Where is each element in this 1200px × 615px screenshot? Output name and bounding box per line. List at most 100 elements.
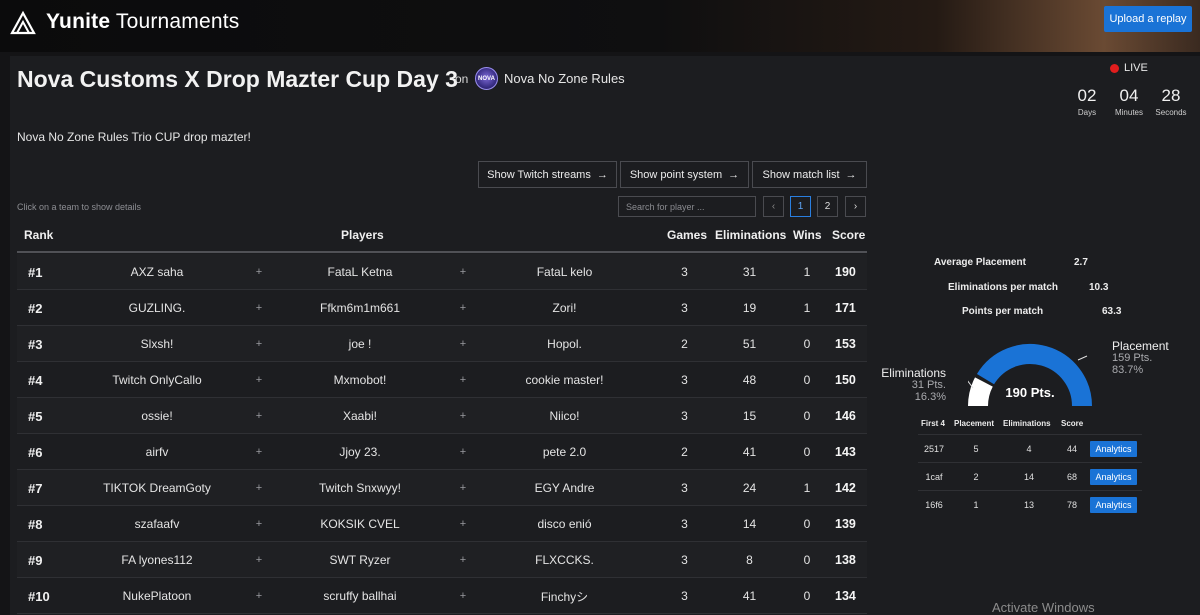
games-cell: 3: [681, 481, 688, 495]
upload-replay-button[interactable]: Upload a replay: [1104, 6, 1192, 32]
match-eliminations: 13: [1023, 499, 1034, 510]
score-cell: 146: [835, 409, 856, 423]
organizer-name[interactable]: Nova No Zone Rules: [504, 71, 625, 86]
table-hint: Click on a team to show details: [17, 202, 142, 212]
player-name: FataL kelo: [536, 265, 593, 279]
countdown: 02 Days 04 Minutes 28 Seconds: [1066, 86, 1192, 117]
live-dot-icon: [1110, 63, 1119, 73]
player-name: Twitch OnlyCallo: [112, 373, 202, 387]
eliminations-cell: 15: [742, 409, 757, 423]
live-label: LIVE: [1124, 62, 1148, 74]
player-name: Zori!: [552, 301, 577, 315]
gauge-placement-label: Placement 159 Pts. 83.7%: [1112, 340, 1169, 376]
table-row[interactable]: #4 Twitch OnlyCallo + Mxmobot! + cookie maste…: [17, 362, 867, 398]
player-name: airfv: [145, 445, 169, 459]
show-match-list-button[interactable]: Show match list →: [752, 161, 867, 188]
eliminations-cell: 8: [746, 553, 753, 567]
page-title: Nova Customs X Drop Mazter Cup Day 3: [17, 66, 458, 92]
countdown-minutes: 04 Minutes: [1108, 86, 1150, 117]
column-wins: Wins: [793, 228, 822, 242]
match-score: 68: [1066, 471, 1077, 482]
analytics-button[interactable]: Analytics: [1090, 469, 1137, 485]
table-row[interactable]: #2 GUZLING. + Ffkm6m1m661 + Zori! 3 19 1 171: [17, 290, 867, 326]
button-label: Show match list: [762, 168, 840, 181]
wins-cell: 0: [803, 553, 811, 567]
player-name: Xaabi!: [342, 409, 378, 423]
next-page-button[interactable]: ›: [845, 196, 866, 217]
match-id: 1caf: [925, 471, 943, 482]
player-name: ossie!: [141, 409, 173, 423]
score-cell: 190: [835, 265, 856, 279]
player-name: szafaafv: [134, 517, 180, 531]
table-header-divider: [17, 251, 867, 253]
show-twitch-streams-button[interactable]: Show Twitch streams →: [478, 161, 617, 188]
countdown-days: 02 Days: [1066, 86, 1108, 117]
show-point-system-button[interactable]: Show point system →: [620, 161, 749, 188]
player-name: Hopol.: [547, 337, 582, 351]
player-name: pete 2.0: [542, 445, 587, 459]
player-name: Finchyシ: [540, 589, 589, 604]
column-games: Games: [667, 228, 708, 242]
wins-cell: 0: [803, 589, 811, 603]
countdown-value: 04: [1119, 86, 1139, 105]
table-row[interactable]: #1 AXZ saha + FataL Ketna + FataL kelo 3 31 1 190: [17, 254, 867, 290]
player-search-input[interactable]: [618, 196, 756, 217]
match-score: 78: [1066, 499, 1077, 510]
table-row[interactable]: #5 ossie! + Xaabi! + Niico! 3 15 0 146: [17, 398, 867, 434]
player-name: scruffy ballhai: [323, 589, 397, 603]
placement-points: 159 Pts.: [1112, 352, 1153, 364]
games-cell: 3: [681, 373, 688, 387]
column-score: Score: [832, 228, 866, 242]
player-name: cookie master!: [525, 373, 604, 387]
match-eliminations: 4: [1026, 443, 1032, 454]
eliminations-pointer: [968, 380, 974, 389]
stat-value: 63.3: [1102, 306, 1122, 317]
games-cell: 3: [681, 553, 688, 567]
wins-cell: 1: [803, 301, 811, 315]
prev-page-button[interactable]: ‹: [763, 196, 784, 217]
games-cell: 3: [681, 409, 688, 423]
match-col-placement: Placement: [954, 419, 995, 428]
arrow-right-icon: →: [845, 168, 857, 181]
stat-value: 2.7: [1074, 257, 1088, 268]
page-2-button[interactable]: 2: [817, 196, 838, 217]
match-placement: 2: [973, 471, 979, 482]
stat-value: 10.3: [1089, 282, 1109, 293]
organizer-avatar[interactable]: NOVA: [475, 67, 498, 90]
player-name: Mxmobot!: [333, 373, 387, 387]
table-row[interactable]: #6 airfv + Jjoy 23. + pete 2.0 2 41 0 143: [17, 434, 867, 470]
games-cell: 3: [681, 301, 688, 315]
wins-cell: 0: [803, 517, 811, 531]
table-row[interactable]: #7 TIKTOK DreamGoty + Twitch Snxwyy! + EGY An…: [17, 470, 867, 506]
eliminations-cell: 41: [742, 445, 757, 459]
player-name: KOKSIK CVEL: [320, 517, 400, 531]
countdown-label: Minutes: [1114, 108, 1143, 117]
stat-label: Average Placement: [934, 257, 1026, 268]
table-row[interactable]: #10 NukePlatoon + scruffy ballhai + Finchyシ 3 4…: [17, 578, 867, 614]
wins-cell: 0: [803, 409, 811, 423]
player-name: Jjoy 23.: [339, 445, 381, 459]
eliminations-cell: 31: [742, 265, 757, 279]
table-row[interactable]: #9 FA lyones112 + SWT Ryzer + FLXCCKS. 3 8 0 138: [17, 542, 867, 578]
button-label: Show Twitch streams: [487, 168, 591, 181]
column-rank: Rank: [24, 228, 54, 242]
brand-name: Yunite Tournaments: [46, 10, 240, 33]
wins-cell: 1: [803, 481, 811, 495]
placement-percent: 83.7%: [1112, 364, 1144, 376]
match-placement: 5: [973, 443, 979, 454]
score-cell: 150: [835, 373, 856, 387]
analytics-button[interactable]: Analytics: [1090, 441, 1137, 457]
match-row: 1caf 2 14 68 Analytics: [918, 462, 1142, 490]
eliminations-cell: 51: [742, 337, 757, 351]
player-name: NukePlatoon: [122, 589, 192, 603]
games-cell: 2: [681, 445, 688, 459]
player-name: SWT Ryzer: [329, 553, 391, 567]
brand[interactable]: Yunite Tournaments: [10, 9, 239, 35]
analytics-button[interactable]: Analytics: [1090, 497, 1137, 513]
page-1-button[interactable]: 1: [790, 196, 811, 217]
table-row[interactable]: #8 szafaafv + KOKSIK CVEL + disco enió 3 14 0 139: [17, 506, 867, 542]
arrow-right-icon: →: [596, 168, 608, 181]
table-row[interactable]: #3 Slxsh! + joe ! + Hopol. 2 51 0 153: [17, 326, 867, 362]
player-name: joe !: [348, 337, 372, 351]
rank-cell: #7: [28, 480, 43, 496]
